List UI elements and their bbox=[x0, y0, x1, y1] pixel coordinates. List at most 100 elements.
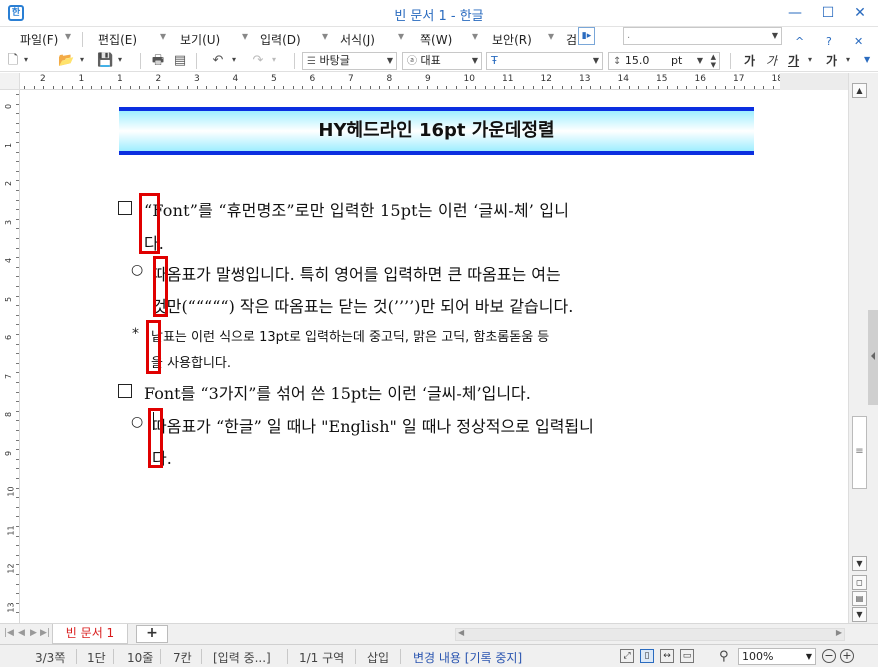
undo-icon[interactable]: ↶ bbox=[210, 53, 226, 69]
ruler-tick bbox=[753, 86, 755, 89]
chevron-down-icon[interactable]: ▾ bbox=[548, 29, 554, 43]
chevron-down-icon[interactable]: ▾ bbox=[242, 29, 248, 43]
open-folder-icon[interactable]: 📂 bbox=[58, 53, 74, 69]
truetype-icon: Ŧ bbox=[491, 54, 498, 67]
chevron-down-icon[interactable]: ▾ bbox=[808, 55, 812, 64]
style-select[interactable]: ☰ 바탕글 ▼ bbox=[302, 52, 397, 70]
menu-format[interactable]: 서식(J) bbox=[340, 31, 375, 48]
status-page[interactable]: 3/3쪽 bbox=[35, 649, 65, 666]
chevron-down-icon[interactable]: ▾ bbox=[118, 55, 122, 64]
chevron-down-icon[interactable]: ▾ bbox=[80, 55, 84, 64]
zoom-out-icon[interactable]: − bbox=[822, 649, 836, 663]
chevron-down-icon[interactable]: ▾ bbox=[24, 55, 28, 64]
menu-edit[interactable]: 편집(E) bbox=[98, 31, 137, 48]
chevron-down-icon[interactable]: ▾ bbox=[160, 29, 166, 43]
scroll-left-icon[interactable]: ◀ bbox=[458, 628, 464, 637]
font-name-select[interactable]: Ŧ ▼ bbox=[486, 52, 603, 70]
chevron-down-icon[interactable]: ▼ bbox=[697, 53, 703, 69]
chevron-down-icon[interactable]: ▼ bbox=[806, 649, 812, 664]
scrollbar-thumb[interactable]: ≡ bbox=[852, 416, 867, 489]
chevron-down-icon[interactable]: ▾ bbox=[398, 29, 404, 43]
print-icon[interactable]: 🖶 bbox=[150, 53, 166, 69]
maximize-button[interactable]: ☐ bbox=[818, 4, 838, 22]
fit-page-icon[interactable]: ⤢ bbox=[620, 649, 634, 663]
search-input[interactable]: . ▼ bbox=[623, 27, 782, 45]
menu-expand-button[interactable]: ▮▸ bbox=[578, 27, 595, 45]
scroll-up-icon[interactable]: ▲ bbox=[852, 83, 867, 98]
chevron-down-icon[interactable]: ▾ bbox=[232, 55, 236, 64]
ruler-number: 6 bbox=[309, 74, 316, 84]
status-track-changes[interactable]: 변경 내용 [기록 중지] bbox=[413, 649, 522, 666]
new-document-icon[interactable]: 🗋 bbox=[6, 53, 20, 69]
first-tab-icon[interactable]: |◀ bbox=[4, 628, 14, 638]
menu-view[interactable]: 보기(U) bbox=[180, 31, 220, 48]
page-down-icon[interactable]: ▼ bbox=[852, 607, 867, 622]
help-button[interactable]: ? bbox=[826, 35, 832, 48]
ruler-tick bbox=[120, 86, 121, 89]
single-page-icon[interactable]: ▯ bbox=[640, 649, 654, 663]
ruler-tick bbox=[417, 86, 419, 89]
minimize-button[interactable]: — bbox=[785, 4, 805, 22]
save-icon[interactable]: 💾 bbox=[97, 53, 113, 69]
ruler-tick bbox=[16, 449, 19, 451]
chevron-down-icon[interactable]: ▼ bbox=[472, 53, 478, 69]
close-button[interactable]: ✕ bbox=[850, 4, 870, 22]
chevron-down-icon[interactable]: ▼ bbox=[387, 53, 393, 69]
scroll-down-icon[interactable]: ▼ bbox=[852, 556, 867, 571]
redo-icon[interactable]: ↷ bbox=[250, 53, 266, 69]
chevron-down-icon[interactable]: ▾ bbox=[846, 55, 850, 64]
chevron-down-icon[interactable]: ▾ bbox=[322, 29, 328, 43]
ruler-corner bbox=[0, 73, 20, 90]
chevron-down-icon[interactable]: ▾ bbox=[472, 29, 478, 43]
ruler-number: 2 bbox=[4, 180, 14, 187]
horizontal-scrollbar[interactable]: ◀ ▶ bbox=[455, 628, 845, 641]
underline-button[interactable]: 가 bbox=[788, 52, 799, 69]
zoom-select[interactable]: 100% ▼ bbox=[738, 648, 816, 665]
font-size-input[interactable]: ↕ 15.0 pt ▼ ▲ ▼ bbox=[608, 52, 720, 70]
tab-document-1[interactable]: 빈 문서 1 bbox=[52, 624, 128, 644]
spinner-icon[interactable]: ▲ ▼ bbox=[711, 53, 716, 69]
status-insert-mode[interactable]: 삽입 bbox=[367, 649, 389, 666]
close-doc-button[interactable]: ✕ bbox=[854, 35, 863, 48]
page-icon[interactable]: ▤ bbox=[852, 591, 867, 606]
zoom-search-icon[interactable]: ⚲ bbox=[719, 649, 729, 664]
ruler-tick bbox=[177, 86, 179, 89]
bold-button[interactable]: 가 bbox=[744, 52, 755, 69]
fit-width-icon[interactable]: ↔ bbox=[660, 649, 674, 663]
menu-page[interactable]: 쪽(W) bbox=[420, 31, 452, 48]
chevron-down-icon[interactable]: ▼ bbox=[772, 28, 778, 44]
side-panel-toggle[interactable] bbox=[868, 310, 878, 405]
scroll-right-icon[interactable]: ▶ bbox=[836, 628, 842, 637]
next-tab-icon[interactable]: ▶ bbox=[30, 628, 37, 638]
toolbar-more-icon[interactable]: ▼ bbox=[864, 55, 870, 64]
status-divider bbox=[287, 649, 288, 664]
ruler-tick bbox=[388, 86, 390, 89]
menu-insert[interactable]: 입력(D) bbox=[260, 31, 301, 48]
print-preview-icon[interactable]: ▤ bbox=[172, 53, 188, 69]
zoom-in-icon[interactable]: + bbox=[840, 649, 854, 663]
horizontal-ruler[interactable]: 2112345678910111213141516171819 bbox=[20, 73, 848, 90]
last-tab-icon[interactable]: ▶| bbox=[40, 628, 50, 638]
page-up-icon[interactable]: ◻ bbox=[852, 575, 867, 590]
two-page-icon[interactable]: ▭ bbox=[680, 649, 694, 663]
status-input-mode[interactable]: [입력 중...] bbox=[213, 649, 271, 666]
add-tab-button[interactable]: + bbox=[136, 625, 168, 643]
chevron-down-icon[interactable]: ▾ bbox=[272, 55, 276, 64]
ruler-tick bbox=[16, 593, 19, 595]
menu-security[interactable]: 보안(R) bbox=[492, 31, 532, 48]
ruler-tick bbox=[619, 86, 621, 89]
document-page[interactable]: HY헤드라인 16pt 가운데정렬 “Font”를 “휴먼명조”로만 입력한 1… bbox=[21, 90, 848, 623]
menu-file[interactable]: 파일(F) bbox=[20, 31, 58, 48]
strikethrough-button[interactable]: 가 bbox=[826, 52, 837, 69]
prev-tab-icon[interactable]: ◀ bbox=[18, 628, 25, 638]
collapse-ribbon-button[interactable]: ^ bbox=[795, 35, 804, 48]
ruler-tick bbox=[16, 199, 19, 201]
italic-button[interactable]: 가 bbox=[766, 52, 777, 69]
font-language-select[interactable]: ⓐ 대표 ▼ bbox=[402, 52, 482, 70]
vertical-ruler[interactable]: 0 1 2 3 4 5 6 7 8 9 10 11 12 13 bbox=[0, 90, 20, 623]
ruler-tick bbox=[16, 305, 19, 307]
chevron-down-icon[interactable]: ▾ bbox=[65, 29, 71, 43]
chevron-down-icon[interactable]: ▼ bbox=[593, 53, 599, 69]
ruler-tick bbox=[16, 391, 19, 393]
menu-review[interactable]: 검 bbox=[566, 31, 577, 48]
